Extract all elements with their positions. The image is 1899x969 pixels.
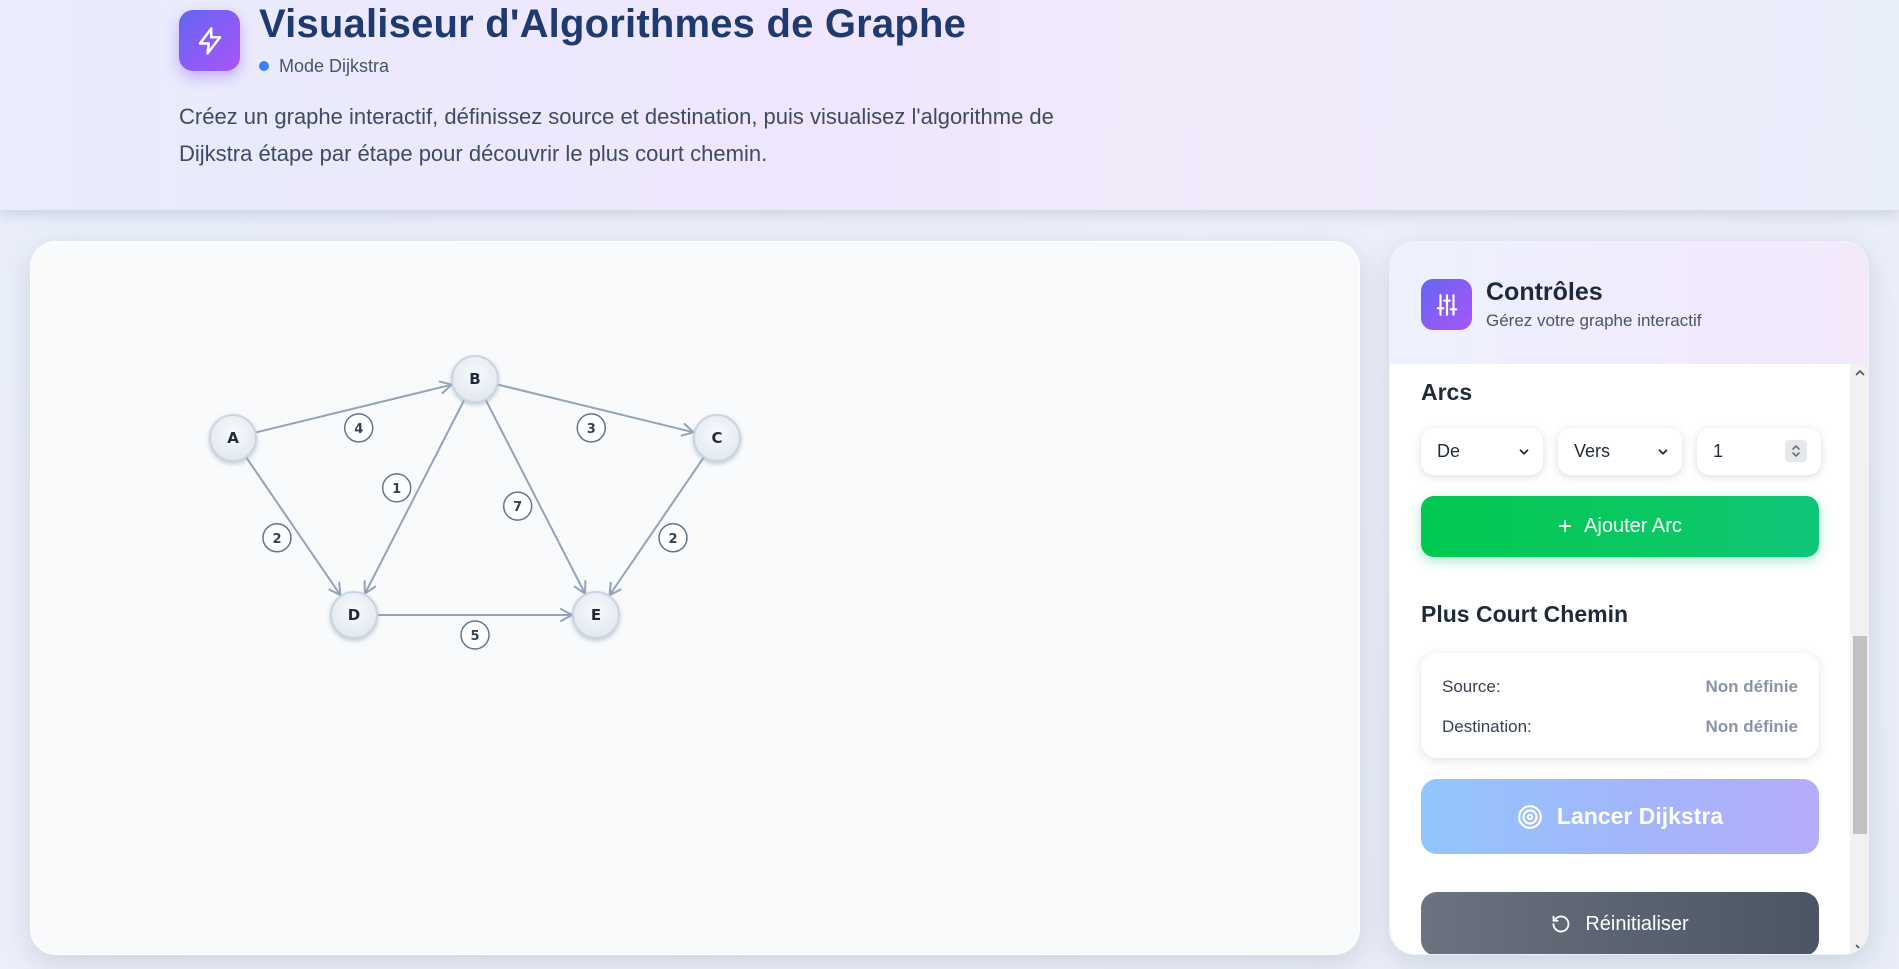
graph-node-E[interactable]: E bbox=[572, 591, 620, 639]
run-dijkstra-button[interactable]: Lancer Dijkstra bbox=[1421, 779, 1819, 854]
panel-icon-badge bbox=[1421, 279, 1472, 330]
controls-panel: Contrôles Gérez votre graphe interactif … bbox=[1389, 241, 1869, 955]
shortest-path-title: Plus Court Chemin bbox=[1421, 601, 1629, 627]
edge-weight-B-C: 3 bbox=[576, 413, 607, 443]
scroll-down-icon[interactable] bbox=[1850, 938, 1868, 954]
source-label: Source: bbox=[1442, 677, 1501, 696]
svg-text:C: C bbox=[711, 429, 722, 447]
edge-C-E[interactable] bbox=[608, 456, 705, 597]
target-icon bbox=[1517, 804, 1543, 830]
edges-layer bbox=[245, 380, 705, 622]
chevron-down-icon bbox=[1658, 449, 1668, 455]
svg-text:2: 2 bbox=[668, 532, 677, 547]
source-row: Source: Non définie bbox=[1442, 677, 1798, 697]
add-arc-button[interactable]: + Ajouter Arc bbox=[1421, 496, 1819, 557]
to-node-select[interactable]: Vers bbox=[1558, 428, 1682, 475]
reset-label: Réinitialiser bbox=[1585, 912, 1689, 935]
svg-text:A: A bbox=[227, 429, 239, 447]
controls-header: Contrôles Gérez votre graphe interactif bbox=[1390, 242, 1868, 364]
stepper-arrows-icon bbox=[1792, 445, 1800, 457]
svg-text:7: 7 bbox=[513, 500, 522, 515]
scroll-up-icon[interactable] bbox=[1850, 364, 1868, 382]
source-destination-card: Source: Non définie Destination: Non déf… bbox=[1421, 653, 1819, 758]
svg-text:E: E bbox=[591, 606, 601, 624]
destination-row: Destination: Non définie bbox=[1442, 717, 1798, 737]
mode-dot-icon bbox=[259, 61, 269, 71]
svg-text:1: 1 bbox=[392, 482, 401, 497]
svg-text:D: D bbox=[348, 606, 360, 624]
graph-node-A[interactable]: A bbox=[209, 414, 257, 462]
panel-scrollbar[interactable] bbox=[1850, 364, 1868, 954]
svg-text:4: 4 bbox=[354, 422, 363, 437]
weight-input-value: 1 bbox=[1713, 441, 1724, 461]
edge-B-D[interactable] bbox=[363, 399, 466, 595]
app-logo bbox=[179, 10, 240, 71]
page-title: Visualiseur d'Algorithmes de Graphe bbox=[259, 2, 967, 46]
sliders-icon bbox=[1436, 293, 1457, 316]
reset-button[interactable]: Réinitialiser bbox=[1421, 892, 1819, 954]
chevron-down-icon bbox=[1519, 449, 1529, 455]
graph-canvas[interactable]: 4 3 2 1 7 2 5 A B C D E bbox=[30, 241, 1360, 955]
plus-icon: + bbox=[1558, 512, 1573, 540]
page-description: Créez un graphe interactif, définissez s… bbox=[179, 104, 1054, 166]
edge-weight-B-D: 1 bbox=[381, 473, 412, 503]
controls-title: Contrôles bbox=[1486, 278, 1603, 306]
reset-icon bbox=[1551, 914, 1571, 934]
source-value: Non définie bbox=[1705, 677, 1798, 696]
graph-node-D[interactable]: D bbox=[330, 591, 378, 639]
from-node-select-value: De bbox=[1437, 441, 1461, 461]
graph-svg[interactable]: 4 3 2 1 7 2 5 A B C D E bbox=[31, 242, 1361, 956]
arcs-section-title: Arcs bbox=[1421, 379, 1473, 405]
controls-subtitle: Gérez votre graphe interactif bbox=[1486, 311, 1702, 330]
svg-text:3: 3 bbox=[587, 422, 596, 437]
weight-stepper[interactable] bbox=[1785, 440, 1807, 462]
edge-weight-A-B: 4 bbox=[343, 413, 374, 443]
scrollbar-thumb[interactable] bbox=[1853, 636, 1867, 834]
edge-weight-C-E: 2 bbox=[658, 523, 688, 553]
weight-input[interactable]: 1 bbox=[1697, 428, 1821, 475]
edge-weight-A-D: 2 bbox=[262, 523, 292, 553]
edge-weight-D-E: 5 bbox=[460, 620, 490, 650]
graph-node-B[interactable]: B bbox=[451, 355, 499, 403]
lightning-icon bbox=[198, 26, 221, 55]
mode-indicator: Mode Dijkstra bbox=[259, 54, 389, 78]
graph-node-C[interactable]: C bbox=[693, 414, 741, 462]
destination-value: Non définie bbox=[1705, 717, 1798, 736]
page-header: Visualiseur d'Algorithmes de Graphe Mode… bbox=[0, 0, 1899, 210]
edge-A-D[interactable] bbox=[245, 456, 342, 597]
to-node-select-value: Vers bbox=[1574, 441, 1611, 461]
edge-B-E[interactable] bbox=[484, 399, 587, 595]
destination-label: Destination: bbox=[1442, 717, 1532, 736]
from-node-select[interactable]: De bbox=[1421, 428, 1543, 475]
add-arc-label: Ajouter Arc bbox=[1584, 515, 1682, 537]
edge-weight-B-E: 7 bbox=[502, 491, 533, 521]
weights-layer: 4 3 2 1 7 2 5 bbox=[262, 413, 688, 650]
svg-text:5: 5 bbox=[470, 629, 479, 644]
svg-text:B: B bbox=[469, 370, 480, 388]
run-dijkstra-label: Lancer Dijkstra bbox=[1556, 803, 1724, 829]
svg-text:2: 2 bbox=[272, 532, 281, 547]
mode-label: Mode Dijkstra bbox=[279, 55, 390, 76]
nodes-layer: A B C D E bbox=[209, 355, 741, 639]
